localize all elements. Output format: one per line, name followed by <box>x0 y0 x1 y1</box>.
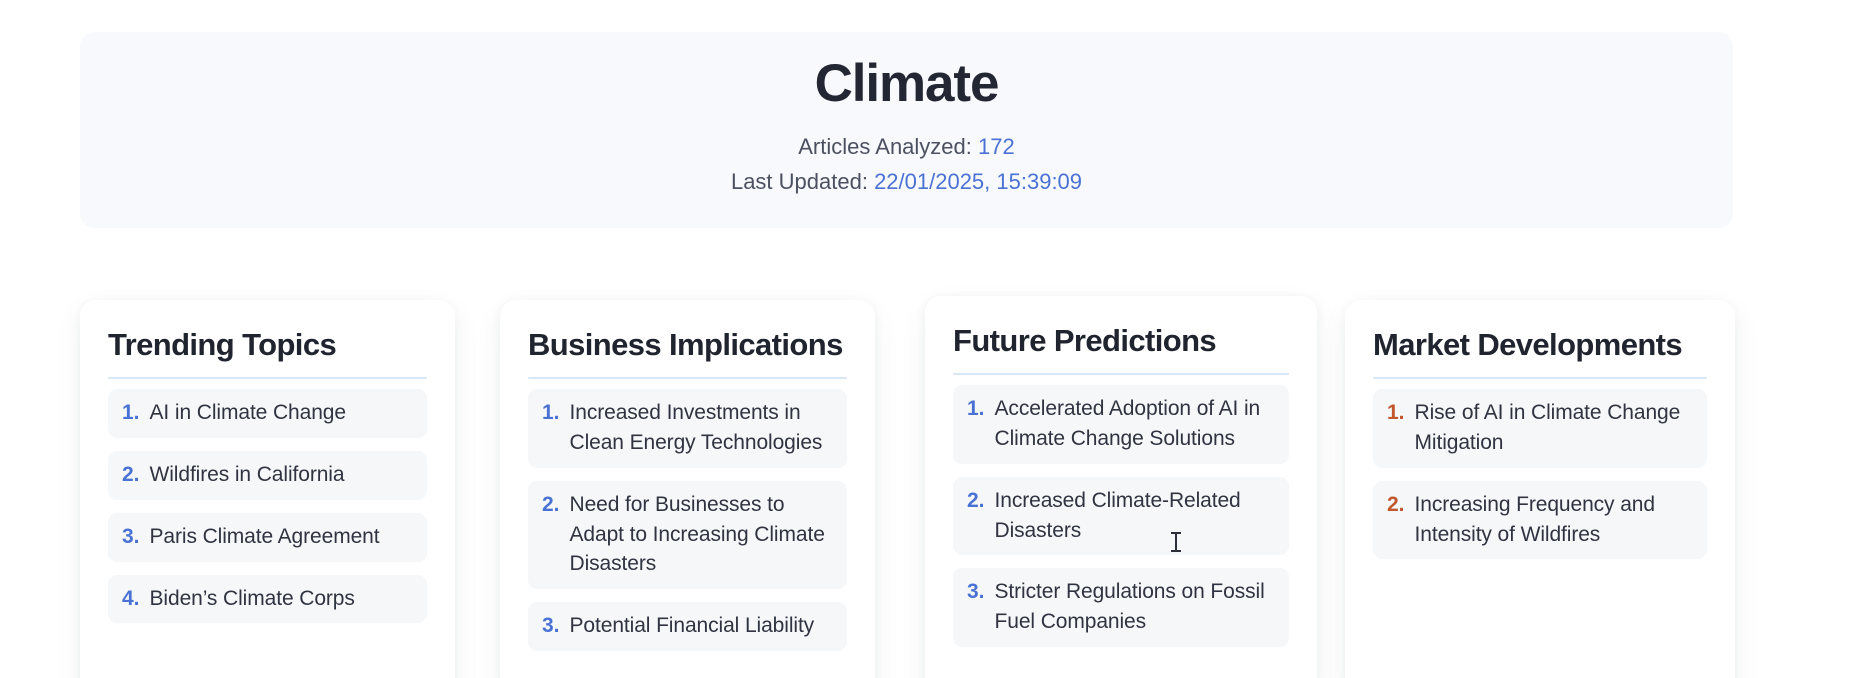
list-item-number: 1. <box>122 401 140 425</box>
list-item-number: 1. <box>1387 401 1405 425</box>
list-item[interactable]: 1. AI in Climate Change <box>108 389 427 438</box>
list-item[interactable]: 2. Need for Businesses to Adapt to Increa… <box>528 480 847 590</box>
card-title: Market Developments <box>1373 327 1683 362</box>
list-item-number: 1. <box>542 401 560 425</box>
list-item-label: Accelerated Adoption of AI in Climate Ch… <box>994 397 1261 450</box>
list-item-number: 4. <box>122 586 140 610</box>
list-item-number: 2. <box>967 488 985 512</box>
card-trending-topics[interactable]: Trending Topics 1. AI in Climate Change 2.… <box>80 300 455 678</box>
list-item-label: Stricter Regulations on Fossil Fuel Comp… <box>994 580 1265 634</box>
list-item[interactable]: 1. Increased Investments in Clean Energy … <box>528 389 847 468</box>
dashboard-page: Climate Articles Analyzed: 172 Last Upda… <box>0 0 1866 678</box>
card-title: Business Implications <box>528 327 843 362</box>
list-item-label: Increased Investments in Clean Energy Te… <box>569 401 823 454</box>
list-item-number: 1. <box>967 397 985 421</box>
list-item-number: 2. <box>542 492 560 516</box>
list-item-label: Potential Financial Liability <box>569 614 815 638</box>
card-divider <box>108 377 427 380</box>
card-list: 1. AI in Climate Change 2. Wildfires in Cal… <box>108 389 427 624</box>
card-business-implications[interactable]: Business Implications 1. Increased Invest… <box>500 300 875 678</box>
card-divider <box>528 377 847 380</box>
card-list: 1. Rise of AI in Climate Change Mitigatio… <box>1373 389 1707 560</box>
list-item-label: Paris Climate Agreement <box>149 524 380 548</box>
card-list: 1. Increased Investments in Clean Energy … <box>528 389 847 652</box>
list-item-number: 3. <box>967 580 985 604</box>
list-item-number: 2. <box>1387 492 1405 516</box>
list-item[interactable]: 2. Increasing Frequency and Intensity of … <box>1373 480 1707 560</box>
card-market-developments[interactable]: Market Developments 1. Rise of AI in Clim… <box>1345 300 1735 678</box>
list-item[interactable]: 3. Stricter Regulations on Fossil Fuel Co… <box>953 568 1289 648</box>
list-item-number: 3. <box>122 524 140 548</box>
cards-row: Trending Topics 1. AI in Climate Change 2.… <box>0 0 1866 678</box>
list-item-label: Increased Climate-Related Disasters <box>994 488 1241 542</box>
list-item-label: Increasing Frequency and Intensity of Wi… <box>1414 492 1656 546</box>
list-item[interactable]: 2. Increased Climate-Related Disasters <box>953 476 1289 556</box>
card-divider <box>953 373 1289 376</box>
list-item-label: Wildfires in California <box>149 463 345 486</box>
list-item-number: 3. <box>542 614 560 638</box>
list-item[interactable]: 4. Biden’s Climate Corps <box>108 574 427 624</box>
list-item-label: Need for Businesses to Adapt to Increasi… <box>569 492 825 576</box>
list-item-label: AI in Climate Change <box>149 401 347 425</box>
list-item-label: Biden’s Climate Corps <box>149 586 355 610</box>
list-item[interactable]: 3. Potential Financial Liability <box>528 602 847 652</box>
card-title: Trending Topics <box>108 327 337 362</box>
list-item[interactable]: 3. Paris Climate Agreement <box>108 512 427 562</box>
list-item[interactable]: 2. Wildfires in California <box>108 451 427 500</box>
list-item-label: Rise of AI in Climate Change Mitigation <box>1414 401 1681 454</box>
card-divider <box>1373 377 1707 380</box>
list-item[interactable]: 1. Accelerated Adoption of AI in Climate … <box>953 385 1289 464</box>
list-item-number: 2. <box>122 463 140 486</box>
card-list: 1. Accelerated Adoption of AI in Climate … <box>953 385 1289 648</box>
card-future-predictions[interactable]: Future Predictions 1. Accelerated Adoptio… <box>925 296 1317 678</box>
card-title: Future Predictions <box>953 323 1217 358</box>
list-item[interactable]: 1. Rise of AI in Climate Change Mitigatio… <box>1373 389 1707 468</box>
